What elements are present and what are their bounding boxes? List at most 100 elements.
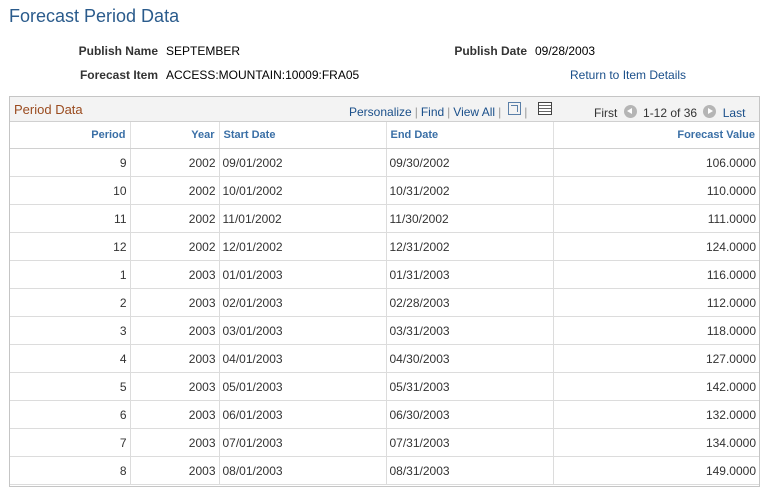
column-header-start-date[interactable]: Start Date — [219, 122, 387, 149]
year-cell: 2002 — [130, 176, 220, 205]
year-cell: 2003 — [130, 400, 220, 429]
period-data-table: Period Year Start Date End Date Forecast… — [10, 122, 759, 485]
period-cell: 12 — [10, 232, 131, 261]
table-row: 10 2002 10/01/2002 10/31/2002 110.0000 — [10, 176, 759, 205]
table-row: 4 2003 04/01/2003 04/30/2003 127.0000 — [10, 344, 759, 373]
table-row: 7 2003 07/01/2003 07/31/2003 134.0000 — [10, 428, 759, 457]
row-range: 1-12 of 36 — [643, 106, 698, 120]
table-row: 11 2002 11/01/2002 11/30/2002 111.0000 — [10, 204, 759, 233]
start-date-cell: 05/01/2003 — [219, 372, 387, 401]
forecast-value-cell: 118.0000 — [553, 316, 759, 345]
table-row: 6 2003 06/01/2003 06/30/2003 132.0000 — [10, 400, 759, 429]
year-cell: 2002 — [130, 232, 220, 261]
end-date-cell: 12/31/2002 — [386, 232, 554, 261]
grid-pager: First 1-12 of 36 Last — [594, 105, 745, 120]
forecast-value-cell: 112.0000 — [553, 288, 759, 317]
end-date-cell: 10/31/2002 — [386, 176, 554, 205]
start-date-cell: 07/01/2003 — [219, 428, 387, 457]
column-header-end-date[interactable]: End Date — [386, 122, 554, 149]
column-header-year[interactable]: Year — [130, 122, 220, 149]
period-cell: 2 — [10, 288, 131, 317]
forecast-value-cell: 149.0000 — [553, 456, 759, 485]
end-date-cell: 09/30/2002 — [386, 148, 554, 177]
end-date-cell: 03/31/2003 — [386, 316, 554, 345]
period-cell: 7 — [10, 428, 131, 457]
view-all-link[interactable]: View All — [453, 105, 495, 119]
table-row: 2 2003 02/01/2003 02/28/2003 112.0000 — [10, 288, 759, 317]
period-cell: 1 — [10, 260, 131, 289]
table-row: 12 2002 12/01/2002 12/31/2002 124.0000 — [10, 232, 759, 261]
publish-date-label: Publish Date — [454, 44, 527, 58]
period-cell: 3 — [10, 316, 131, 345]
period-cell: 8 — [10, 456, 131, 485]
table-row: 8 2003 08/01/2003 08/31/2003 149.0000 — [10, 456, 759, 485]
grid-header: Period Data Personalize | Find | View All | | … — [10, 97, 759, 122]
end-date-cell: 07/31/2003 — [386, 428, 554, 457]
first-label: First — [594, 106, 618, 120]
start-date-cell: 12/01/2002 — [219, 232, 387, 261]
grid-title: Period Data — [14, 102, 83, 117]
period-cell: 4 — [10, 344, 131, 373]
grid-bottom-border — [9, 486, 760, 487]
end-date-cell: 05/31/2003 — [386, 372, 554, 401]
forecast-item-value: ACCESS:MOUNTAIN:10009:FRA05 — [166, 68, 360, 82]
forecast-value-cell: 116.0000 — [553, 260, 759, 289]
table-row: 3 2003 03/01/2003 03/31/2003 118.0000 — [10, 316, 759, 345]
year-cell: 2003 — [130, 288, 220, 317]
next-page-icon[interactable] — [703, 105, 717, 118]
forecast-value-cell: 142.0000 — [553, 372, 759, 401]
page-title: Forecast Period Data — [9, 6, 180, 26]
end-date-cell: 08/31/2003 — [386, 456, 554, 485]
publish-date-value: 09/28/2003 — [535, 44, 596, 58]
zoom-icon[interactable] — [508, 102, 522, 116]
previous-page-icon[interactable] — [623, 105, 637, 118]
end-date-cell: 04/30/2003 — [386, 344, 554, 373]
start-date-cell: 03/01/2003 — [219, 316, 387, 345]
table-header-row: Period Year Start Date End Date Forecast… — [10, 122, 759, 149]
year-cell: 2002 — [130, 204, 220, 233]
download-spreadsheet-icon[interactable] — [538, 102, 553, 116]
forecast-value-cell: 110.0000 — [553, 176, 759, 205]
start-date-cell: 01/01/2003 — [219, 260, 387, 289]
forecast-value-cell: 124.0000 — [553, 232, 759, 261]
return-to-item-details-link[interactable]: Return to Item Details — [570, 68, 686, 82]
start-date-cell: 02/01/2003 — [219, 288, 387, 317]
publish-name-value: SEPTEMBER — [166, 44, 241, 58]
year-cell: 2002 — [130, 148, 220, 177]
year-cell: 2003 — [130, 260, 220, 289]
forecast-value-cell: 111.0000 — [553, 204, 759, 233]
start-date-cell: 10/01/2002 — [219, 176, 387, 205]
start-date-cell: 09/01/2002 — [219, 148, 387, 177]
period-cell: 10 — [10, 176, 131, 205]
forecast-value-cell: 132.0000 — [553, 400, 759, 429]
period-cell: 9 — [10, 148, 131, 177]
table-row: 9 2002 09/01/2002 09/30/2002 106.0000 — [10, 148, 759, 177]
end-date-cell: 02/28/2003 — [386, 288, 554, 317]
publish-name-label: Publish Name — [78, 44, 158, 58]
period-cell: 5 — [10, 372, 131, 401]
column-header-period[interactable]: Period — [10, 122, 131, 149]
period-cell: 6 — [10, 400, 131, 429]
start-date-cell: 04/01/2003 — [219, 344, 387, 373]
column-header-forecast-value[interactable]: Forecast Value — [553, 122, 759, 149]
period-cell: 11 — [10, 204, 131, 233]
period-data-grid: Period Data Personalize | Find | View All | | … — [9, 96, 760, 487]
forecast-value-cell: 106.0000 — [553, 148, 759, 177]
end-date-cell: 11/30/2002 — [386, 204, 554, 233]
start-date-cell: 11/01/2002 — [219, 204, 387, 233]
end-date-cell: 01/31/2003 — [386, 260, 554, 289]
forecast-value-cell: 127.0000 — [553, 344, 759, 373]
find-link[interactable]: Find — [421, 105, 444, 119]
forecast-item-label: Forecast Item — [79, 68, 158, 82]
start-date-cell: 06/01/2003 — [219, 400, 387, 429]
year-cell: 2003 — [130, 344, 220, 373]
year-cell: 2003 — [130, 372, 220, 401]
year-cell: 2003 — [130, 316, 220, 345]
start-date-cell: 08/01/2003 — [219, 456, 387, 485]
forecast-value-cell: 134.0000 — [553, 428, 759, 457]
table-row: 1 2003 01/01/2003 01/31/2003 116.0000 — [10, 260, 759, 289]
last-page-link[interactable]: Last — [723, 106, 746, 120]
year-cell: 2003 — [130, 456, 220, 485]
personalize-link[interactable]: Personalize — [349, 105, 412, 119]
end-date-cell: 06/30/2003 — [386, 400, 554, 429]
